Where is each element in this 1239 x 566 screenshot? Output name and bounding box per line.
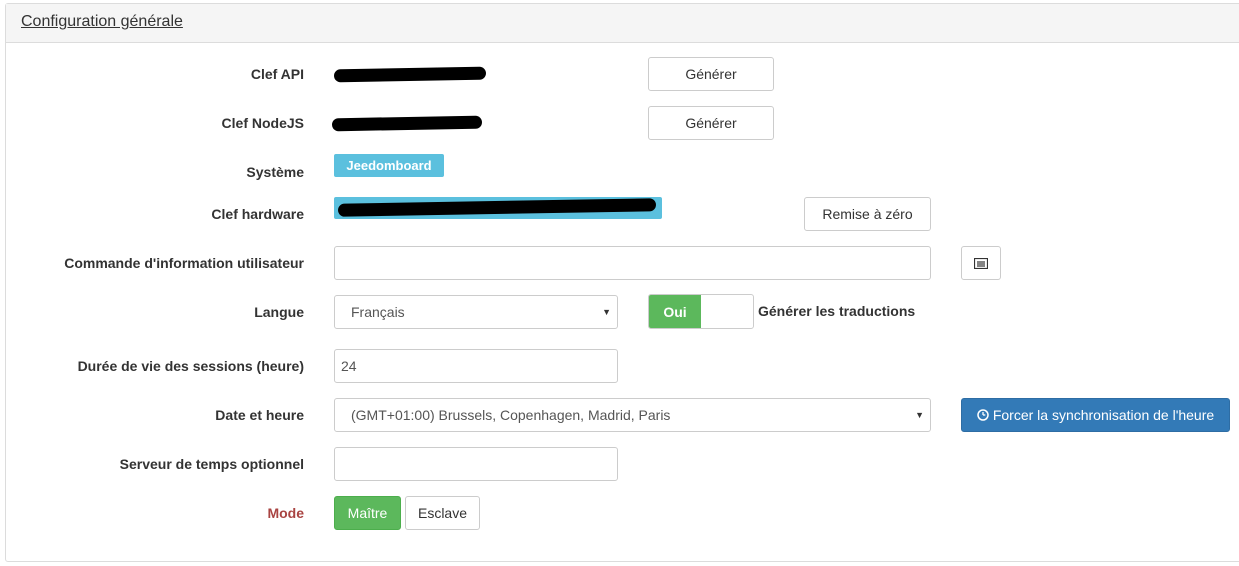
generate-translations-label: Générer les traductions (758, 303, 916, 319)
toggle-on-label: Oui (649, 295, 701, 328)
generate-api-key-button[interactable]: Générer (648, 57, 774, 91)
timezone-selected-value: (GMT+01:00) Brussels, Copenhagen, Madrid… (351, 407, 671, 423)
mode-master-button[interactable]: Maître (334, 496, 401, 530)
list-alt-icon (974, 257, 988, 269)
nodejs-key-label: Clef NodeJS (221, 115, 304, 131)
clock-icon (977, 409, 989, 421)
api-key-value-redacted (333, 66, 487, 83)
api-key-label: Clef API (250, 66, 304, 82)
reset-hardware-key-button[interactable]: Remise à zéro (804, 197, 931, 231)
session-duration-label: Durée de vie des sessions (heure) (77, 358, 304, 374)
hardware-key-label: Clef hardware (211, 206, 304, 222)
select-caret-icon: ▼ (915, 410, 924, 420)
language-label: Langue (254, 304, 304, 320)
mode-slave-button[interactable]: Esclave (405, 496, 480, 530)
system-badge: Jeedomboard (334, 154, 444, 177)
select-command-button[interactable] (961, 246, 1001, 280)
generate-nodejs-key-button[interactable]: Générer (648, 106, 774, 140)
nodejs-key-value-redacted (331, 115, 483, 132)
user-info-cmd-input[interactable] (334, 246, 931, 280)
timezone-select[interactable]: (GMT+01:00) Brussels, Copenhagen, Madrid… (334, 398, 931, 432)
mode-label: Mode (267, 505, 304, 521)
language-select[interactable]: Français ▼ (334, 295, 618, 329)
time-server-label: Serveur de temps optionnel (119, 456, 304, 472)
config-panel: Configuration générale (5, 3, 1239, 562)
panel-title[interactable]: Configuration générale (21, 13, 183, 31)
force-time-sync-label: Forcer la synchronisation de l'heure (992, 407, 1215, 423)
user-info-cmd-label: Commande d'information utilisateur (64, 255, 304, 271)
panel-heading: Configuration générale (6, 4, 1239, 43)
system-label: Système (246, 164, 304, 180)
select-caret-icon: ▼ (602, 307, 611, 317)
language-selected-value: Français (351, 304, 405, 320)
time-server-input[interactable] (334, 447, 618, 481)
force-time-sync-button[interactable]: Forcer la synchronisation de l'heure (961, 398, 1230, 432)
datetime-label: Date et heure (215, 407, 304, 423)
session-duration-input[interactable]: 24 (334, 349, 618, 383)
generate-translations-toggle[interactable]: Oui (648, 294, 754, 329)
